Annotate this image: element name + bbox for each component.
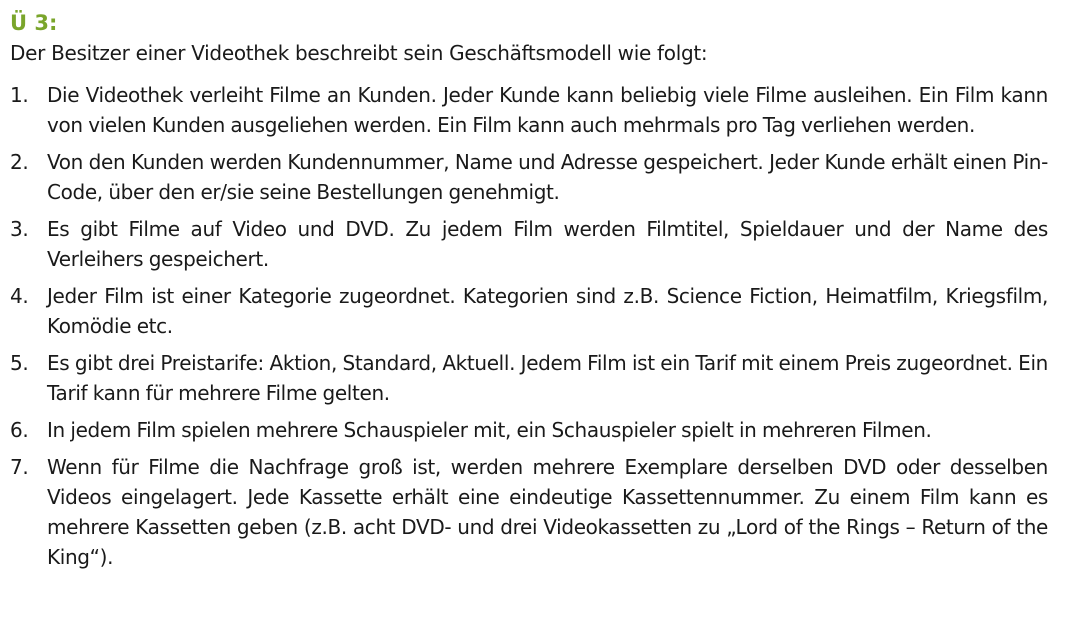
exercise-heading: Ü 3: (10, 11, 58, 35)
list-item-text: Es gibt Filme auf Video und DVD. Zu jede… (47, 217, 1048, 271)
list-item: 6. In jedem Film spielen mehrere Schausp… (10, 415, 1048, 445)
list-item-text: Es gibt drei Preistarife: Aktion, Standa… (47, 351, 1048, 405)
requirements-list: 1. Die Videothek verleiht Filme an Kunde… (10, 80, 1048, 572)
list-item: 1. Die Videothek verleiht Filme an Kunde… (10, 80, 1048, 140)
list-item: 2. Von den Kunden werden Kundennummer, N… (10, 147, 1048, 207)
list-item: 4. Jeder Film ist einer Kategorie zugeor… (10, 281, 1048, 341)
list-item-number: 3. (10, 217, 29, 241)
list-item-text: In jedem Film spielen mehrere Schauspiel… (47, 418, 932, 442)
list-item-text: Wenn für Filme die Nachfrage groß ist, w… (47, 455, 1048, 569)
list-item-number: 5. (10, 351, 29, 375)
list-item-text: Jeder Film ist einer Kategorie zugeordne… (47, 284, 1048, 338)
list-item-number: 6. (10, 418, 29, 442)
intro-text: Der Besitzer einer Videothek beschreibt … (10, 41, 708, 65)
list-item-text: Von den Kunden werden Kundennummer, Name… (47, 150, 1048, 204)
list-item-number: 4. (10, 284, 29, 308)
list-item: 7. Wenn für Filme die Nachfrage groß ist… (10, 452, 1048, 572)
list-item-number: 7. (10, 455, 29, 479)
list-item: 5. Es gibt drei Preistarife: Aktion, Sta… (10, 348, 1048, 408)
document-page: Ü 3: Der Besitzer einer Videothek beschr… (0, 0, 1068, 630)
list-item-number: 1. (10, 83, 29, 107)
list-item: 3. Es gibt Filme auf Video und DVD. Zu j… (10, 214, 1048, 274)
list-item-number: 2. (10, 150, 29, 174)
list-item-text: Die Videothek verleiht Filme an Kunden. … (47, 83, 1048, 137)
